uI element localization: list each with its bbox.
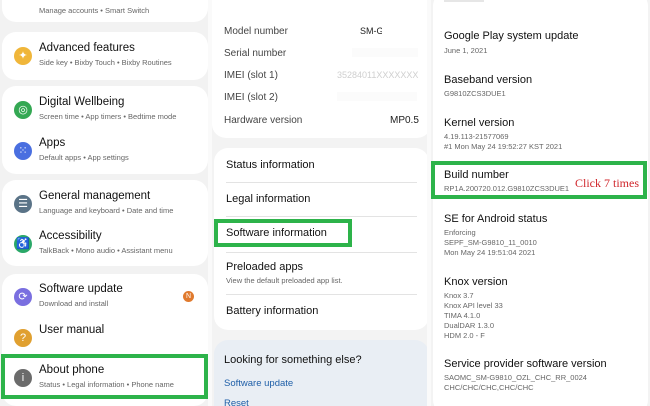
row-value: CHC/CHC/CHC,CHC/CHC — [444, 383, 534, 392]
advanced-features-card: ✦ Advanced features Side key • Bixby Tou… — [2, 32, 208, 80]
about-phone-highlight — [1, 354, 208, 399]
menu-item-software-update[interactable]: ⟳ Software update Download and install N — [2, 279, 208, 319]
redaction-bar — [382, 26, 418, 35]
clipped-text — [444, 0, 484, 2]
sliders-icon: ☰ — [14, 195, 32, 213]
row-title: SE for Android status — [444, 213, 548, 225]
item-title: Status information — [226, 159, 315, 171]
row-title: Baseband version — [444, 74, 533, 86]
row-value: DualDAR 1.3.0 — [444, 321, 495, 330]
update-icon: ⟳ — [14, 288, 32, 306]
row-value: #1 Mon May 24 19:52:27 KST 2021 — [444, 142, 563, 151]
menu-item-advanced-features[interactable]: ✦ Advanced features Side key • Bixby Tou… — [2, 38, 208, 78]
device-details-card: Model number SM-G9810 Serial number IMEI… — [212, 0, 431, 138]
software-information-panel: Google Play system update June 1, 2021 B… — [431, 0, 650, 406]
item-title: Legal information — [226, 193, 311, 205]
wellbeing-icon: ◎ — [14, 101, 32, 119]
detail-value: 35284011XXXXXXX — [337, 70, 419, 80]
row-value: SAOMC_SM-G9810_OZL_CHC_RR_0024 — [444, 373, 587, 382]
item-subtitle: Language and keyboard • Date and time — [39, 206, 174, 215]
panel-separator — [427, 0, 431, 406]
looking-for-card: Looking for something else? Software upd… — [214, 340, 429, 406]
row-title: Google Play system update — [444, 30, 579, 42]
row-value: Enforcing — [444, 228, 476, 237]
item-title: User manual — [39, 324, 105, 336]
update-badge: N — [183, 291, 194, 302]
item-subtitle: Default apps • App settings — [39, 153, 129, 162]
general-card: ☰ General management Language and keyboa… — [2, 180, 208, 266]
item-subtitle: View the default preloaded app list. — [226, 276, 343, 285]
row-value: Mon May 24 19:51:04 2021 — [444, 248, 536, 257]
row-value: HDM 2.0 - F — [444, 331, 485, 340]
item-title: Advanced features — [39, 42, 135, 54]
row-value: June 1, 2021 — [444, 46, 488, 55]
divider — [226, 216, 417, 217]
item-subtitle: TalkBack • Mono audio • Assistant menu — [39, 246, 173, 255]
apps-icon: ⁙ — [14, 142, 32, 160]
detail-key: IMEI (slot 2) — [224, 92, 278, 103]
menu-item-digital-wellbeing[interactable]: ◎ Digital Wellbeing Screen time • App ti… — [2, 92, 208, 132]
redaction-bar — [337, 92, 417, 101]
click-annotation: Click 7 times — [575, 176, 639, 190]
item-title: Battery information — [226, 305, 319, 317]
detail-value: MP0.5 — [390, 115, 419, 126]
divider — [226, 294, 417, 295]
row-title: Kernel version — [444, 117, 515, 129]
menu-item-accessibility[interactable]: ♿ Accessibility TalkBack • Mono audio • … — [2, 226, 208, 266]
settings-panel: Manage accounts • Smart Switch ✦ Advance… — [0, 0, 212, 406]
detail-key: Model number — [224, 26, 288, 37]
menu-item-status-information[interactable]: Status information — [214, 148, 429, 182]
menu-item-preloaded-apps[interactable]: Preloaded apps View the default preloade… — [214, 254, 429, 294]
item-subtitle: Screen time • App timers • Bedtime mode — [39, 112, 177, 121]
wellbeing-apps-card: ◎ Digital Wellbeing Screen time • App ti… — [2, 86, 208, 174]
link-software-update[interactable]: Software update — [224, 378, 293, 389]
star-gear-icon: ✦ — [14, 47, 32, 65]
menu-item-legal-information[interactable]: Legal information — [214, 184, 429, 216]
item-title: Digital Wellbeing — [39, 96, 125, 108]
accessibility-icon: ♿ — [14, 235, 32, 253]
row-value: Knox API level 33 — [444, 301, 503, 310]
menu-item-general-management[interactable]: ☰ General management Language and keyboa… — [2, 186, 208, 226]
row-value: 4.19.113-21577069 — [444, 132, 509, 141]
row-title: Knox version — [444, 276, 508, 288]
row-title: Service provider software version — [444, 358, 607, 370]
accounts-subtitle: Manage accounts • Smart Switch — [39, 6, 150, 15]
divider — [226, 252, 417, 253]
row-value: G9810ZCS3DUE1 — [444, 89, 506, 98]
menu-item-battery-information[interactable]: Battery information — [214, 296, 429, 330]
accounts-card[interactable]: Manage accounts • Smart Switch — [2, 0, 208, 22]
item-subtitle: Side key • Bixby Touch • Bixby Routines — [39, 58, 172, 67]
about-phone-panel: Model number SM-G9810 Serial number IMEI… — [212, 0, 431, 406]
row-value: SEPF_SM-G9810_11_0010 — [444, 238, 537, 247]
link-reset[interactable]: Reset — [224, 398, 249, 406]
row-value: TIMA 4.1.0 — [444, 311, 481, 320]
divider — [226, 182, 417, 183]
looking-title: Looking for something else? — [224, 354, 362, 366]
item-title: General management — [39, 190, 151, 202]
software-info-card: Google Play system update June 1, 2021 B… — [433, 0, 648, 406]
detail-key: Serial number — [224, 48, 287, 59]
redaction-bar — [352, 48, 418, 57]
manual-icon: ? — [14, 329, 32, 347]
row-value: Knox 3.7 — [444, 291, 474, 300]
panel-separator — [208, 0, 212, 406]
detail-key: IMEI (slot 1) — [224, 70, 278, 81]
item-title: Preloaded apps — [226, 261, 304, 273]
menu-item-apps[interactable]: ⁙ Apps Default apps • App settings — [2, 133, 208, 173]
item-title: Software update — [39, 283, 123, 295]
item-title: Accessibility — [39, 230, 102, 242]
item-title: Apps — [39, 137, 66, 149]
detail-key: Hardware version — [224, 115, 303, 126]
software-information-highlight — [214, 219, 352, 247]
item-subtitle: Download and install — [39, 299, 109, 308]
